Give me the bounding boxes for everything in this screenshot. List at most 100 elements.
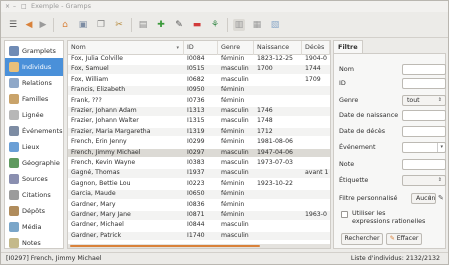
table-row[interactable]: French, Kevin Wayne I0383 masculin 1973-07-… [68, 159, 330, 168]
cell-name: Frazier, Johann Walter [71, 117, 139, 125]
chevron-down-icon[interactable]: ▾ [437, 143, 443, 152]
column-header-death[interactable]: Décès [302, 41, 330, 55]
death-date-label: Date de décès [339, 127, 386, 135]
cell-name: Frank, ??? [71, 96, 102, 104]
gender-select-value: tout [407, 97, 420, 104]
maximize-window-button[interactable]: □ [21, 3, 27, 10]
people-table: Nom ▾ ID Genre Naissance Décès Fox, Juli… [67, 40, 331, 249]
clipboard-icon[interactable]: ▤ [137, 19, 149, 31]
geographie-icon [9, 158, 19, 168]
sidebar-item-label: Sources [22, 175, 48, 183]
forward-arrow-icon[interactable]: ▶ [37, 19, 49, 31]
cell-death: avant 1 [305, 169, 329, 177]
column-header-id[interactable]: ID [184, 41, 218, 55]
cell-id: I0383 [187, 159, 205, 166]
table-row[interactable]: Gagné, Thomas I1937 masculin avant 1 [68, 169, 330, 178]
birth-date-input[interactable] [402, 110, 446, 121]
id-filter-input[interactable] [402, 78, 446, 89]
edit-filter-icon[interactable]: ✎ [438, 194, 444, 202]
cell-birth: 1823-12-25 [257, 55, 293, 62]
scrollbar-thumb[interactable] [70, 245, 260, 247]
custom-filter-select[interactable]: Aucun ⇕ [411, 193, 436, 204]
cell-gender: féminin [221, 55, 245, 62]
menu-list-icon[interactable]: ☰ [7, 19, 19, 31]
cell-gender: féminin [221, 86, 245, 94]
cell-birth [254, 86, 302, 95]
tools-icon[interactable]: ✂ [113, 19, 125, 31]
cell-name: Frazier, Johann Adam [71, 107, 137, 114]
table-row[interactable]: Gardner, Patrick I1740 masculin [68, 231, 330, 241]
table-row[interactable]: Gagnon, Bettie Lou I0223 féminin 1923-10-22 [68, 180, 330, 189]
merge-icon[interactable]: ⚘ [209, 19, 221, 31]
cell-id: I0836 [187, 200, 205, 208]
edit-icon[interactable]: ✎ [173, 19, 185, 31]
cell-gender: féminin [221, 138, 245, 146]
table-row[interactable]: French, Jimmy Michael I0297 masculin 1947-0… [68, 148, 330, 158]
table-row[interactable]: Fox, Julia Colville I0084 féminin 1823-12-2… [68, 55, 330, 64]
grouped-view-icon[interactable]: ▦ [251, 19, 263, 31]
minimize-window-button[interactable]: – [13, 3, 16, 10]
table-row[interactable]: Frazier, Johann Walter I1315 masculin 1748 [68, 117, 330, 126]
sidebar-item-notes[interactable]: Notes [5, 234, 63, 252]
table-row[interactable]: Fox, Samuel I0515 masculin 1700 1744 [68, 65, 330, 74]
table-row[interactable]: Garcia, Maude I0650 féminin [68, 190, 330, 199]
column-header-gender[interactable]: Genre [218, 41, 254, 55]
cell-birth [254, 169, 302, 178]
gramplets-icon [9, 46, 19, 56]
table-row[interactable]: Francis, Elizabeth I0950 féminin [68, 86, 330, 95]
cell-id: I1315 [187, 117, 205, 125]
copy-icon[interactable]: ❐ [95, 19, 107, 31]
table-row[interactable]: Gardner, Mary Jane I0871 féminin 1963-0 [68, 211, 330, 220]
cell-death [302, 138, 330, 147]
cell-death [302, 201, 330, 210]
cell-id: I0299 [187, 138, 205, 146]
cell-birth: 1973-07-03 [257, 159, 293, 166]
tab-filter[interactable]: Filtre [333, 40, 363, 54]
name-filter-input[interactable] [402, 64, 446, 75]
cell-death [302, 221, 330, 230]
cell-name: Gardner, Patrick [71, 231, 122, 239]
clear-button[interactable]: ✎ Effacer [386, 233, 422, 245]
regex-label-line2: expressions rationelles [352, 217, 426, 225]
gender-select[interactable]: tout ⇕ [402, 95, 446, 106]
sidebar-item-label: Individus [22, 63, 52, 71]
search-button[interactable]: Rechercher [341, 233, 383, 245]
back-arrow-icon[interactable]: ◀ [23, 19, 35, 31]
cell-gender: masculin [221, 221, 249, 229]
person-count-status: Liste d'individus: 2132/2132 [350, 255, 440, 262]
table-row[interactable]: Frank, ??? I0736 féminin [68, 97, 330, 106]
remove-icon[interactable]: ▬ [191, 19, 203, 31]
list-view-icon[interactable]: ▥ [233, 19, 245, 31]
cell-id: I0736 [187, 96, 205, 104]
tag-select[interactable]: ⇕ [402, 175, 446, 186]
table-row[interactable]: Gardner, Michael I0844 masculin [68, 221, 330, 230]
regex-checkbox[interactable] [341, 211, 348, 218]
table-row[interactable]: Gardner, Mary I0836 féminin [68, 201, 330, 210]
individus-icon [9, 62, 19, 72]
event-combo[interactable]: ▾ [402, 142, 446, 153]
table-row[interactable]: Fox, William I0682 masculin 1709 [68, 76, 330, 85]
citations-icon [9, 190, 19, 200]
sidebar-item-label: Gramplets [22, 47, 56, 55]
horizontal-scrollbar[interactable] [68, 244, 330, 248]
table-row[interactable]: French, Erin Jenny I0299 féminin 1981-08-06 [68, 138, 330, 147]
column-header-name[interactable]: Nom ▾ [68, 41, 184, 55]
tree-view-icon[interactable]: ▧ [269, 19, 281, 31]
sort-descending-icon: ▾ [176, 45, 179, 51]
note-label: Note [339, 160, 355, 168]
cell-name: Fox, William [71, 75, 109, 83]
table-row[interactable]: Frazier, Johann Adam I1313 masculin 1746 [68, 107, 330, 116]
cell-gender: féminin [221, 96, 245, 104]
cell-id: I0223 [187, 179, 205, 187]
bookmark-icon[interactable]: ▣ [77, 19, 89, 31]
home-icon[interactable]: ⌂ [59, 19, 71, 31]
column-header-birth[interactable]: Naissance [254, 41, 302, 55]
table-row[interactable]: Frazier, Maria Margaretha I1319 féminin 171… [68, 127, 330, 137]
note-filter-input[interactable] [402, 159, 446, 170]
close-window-button[interactable]: × [5, 3, 10, 10]
cell-death: 1963-0 [305, 211, 327, 218]
add-icon[interactable]: ✚ [155, 19, 167, 31]
cell-death [302, 117, 330, 126]
cell-gender: féminin [221, 211, 245, 218]
death-date-input[interactable] [402, 126, 446, 137]
